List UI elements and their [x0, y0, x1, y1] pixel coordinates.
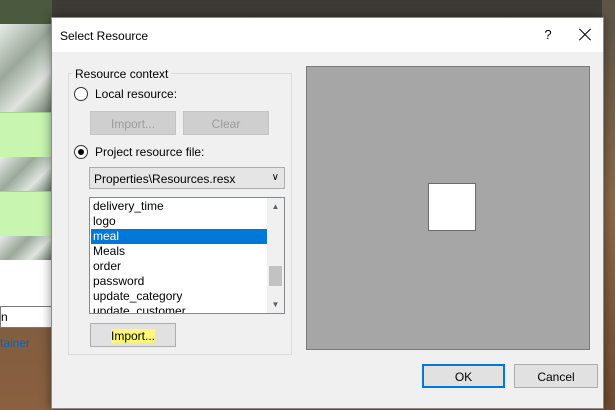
- scroll-thumb[interactable]: [269, 266, 282, 286]
- list-item[interactable]: order: [91, 259, 267, 274]
- list-scrollbar[interactable]: ▲ ▼: [267, 198, 284, 313]
- scroll-down-icon[interactable]: ▼: [267, 296, 284, 313]
- local-resource-radio[interactable]: Local resource:: [74, 87, 177, 101]
- close-icon[interactable]: [572, 22, 598, 48]
- bg-panel: [0, 260, 52, 306]
- bg-header-strip: [0, 0, 52, 24]
- dialog-title: Select Resource: [60, 29, 149, 43]
- list-item[interactable]: update_category: [91, 289, 267, 304]
- list-item[interactable]: update_customer: [91, 304, 267, 313]
- list-item[interactable]: password: [91, 274, 267, 289]
- resource-context-label: Resource context: [72, 67, 172, 81]
- scroll-up-icon[interactable]: ▲: [267, 198, 284, 215]
- radio-checked-icon[interactable]: [74, 145, 88, 159]
- import-label: Import...: [110, 329, 155, 343]
- list-item[interactable]: logo: [91, 214, 267, 229]
- dialog-titlebar: Select Resource ?: [52, 18, 603, 52]
- bg-row-highlight: [0, 191, 52, 238]
- local-resource-label: Local resource:: [95, 87, 178, 101]
- preview-image: [428, 183, 476, 231]
- bg-row-highlight: [0, 112, 52, 159]
- resource-file-dropdown[interactable]: Properties\Resources.resx ∨: [89, 167, 285, 189]
- project-resource-radio[interactable]: Project resource file:: [74, 145, 204, 159]
- bg-link[interactable]: tainer: [0, 336, 30, 350]
- help-button[interactable]: ?: [536, 22, 560, 48]
- bg-text-field[interactable]: n: [0, 306, 52, 328]
- resource-preview: [306, 66, 590, 350]
- ok-button[interactable]: OK: [422, 364, 505, 388]
- project-resource-label: Project resource file:: [95, 145, 205, 159]
- import-project-button[interactable]: Import...: [90, 323, 176, 347]
- resource-list[interactable]: delivery_time logo meal Meals order pass…: [89, 197, 285, 314]
- resource-file-value: Properties\Resources.resx: [94, 172, 236, 186]
- list-item-selected[interactable]: meal: [91, 229, 267, 244]
- import-local-button[interactable]: Import...: [90, 111, 176, 135]
- select-resource-dialog: Select Resource ? Resource context Local…: [51, 17, 604, 409]
- bg-photo: [0, 24, 52, 112]
- list-item[interactable]: delivery_time: [91, 199, 267, 214]
- bg-photo: [0, 157, 52, 191]
- cancel-button[interactable]: Cancel: [514, 364, 598, 388]
- clear-button[interactable]: Clear: [183, 111, 269, 135]
- bg-photo: [0, 236, 52, 260]
- radio-unchecked-icon[interactable]: [74, 87, 88, 101]
- chevron-down-icon[interactable]: ∨: [272, 172, 279, 183]
- list-item[interactable]: Meals: [91, 244, 267, 259]
